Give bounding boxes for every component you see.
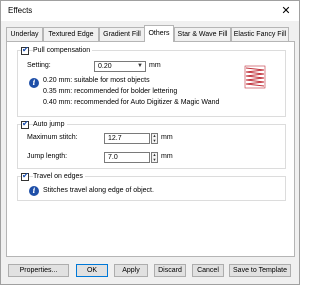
- info-line-3: 0.40 mm: recommended for Auto Digitizer …: [43, 99, 220, 106]
- checkmark-icon: ✔: [22, 171, 29, 180]
- effects-dialog: Effects ✕ Underlay Textured Edge Gradien…: [0, 0, 300, 285]
- spin-down-icon[interactable]: ▼: [152, 139, 157, 143]
- others-panel: ✔ Pull compensation Setting: 0.20 ▼ mm i…: [6, 41, 295, 257]
- info-icon: i: [29, 78, 39, 88]
- jump-length-label: Jump length:: [27, 153, 68, 160]
- info-icon: i: [29, 186, 39, 196]
- info-line-2: 0.35 mm: recommended for bolder letterin…: [43, 88, 178, 95]
- title-bar: Effects ✕: [1, 1, 299, 21]
- tab-gradient-fill[interactable]: Gradient Fill: [99, 27, 145, 41]
- apply-button[interactable]: Apply: [114, 264, 148, 277]
- setting-label: Setting:: [27, 62, 51, 69]
- tab-elastic-fancy-fill[interactable]: Elastic Fancy Fill: [231, 27, 289, 41]
- max-stitch-input[interactable]: 12.7: [104, 133, 150, 144]
- travel-on-edges-label: Travel on edges: [33, 173, 85, 180]
- window-title: Effects: [8, 6, 33, 15]
- max-stitch-unit: mm: [161, 134, 173, 141]
- jump-length-input[interactable]: 7.0: [104, 152, 150, 163]
- properties-button[interactable]: Properties...: [8, 264, 69, 277]
- pull-compensation-label: Pull compensation: [33, 47, 93, 54]
- tab-underlay[interactable]: Underlay: [6, 27, 43, 41]
- max-stitch-label: Maximum stitch:: [27, 134, 78, 141]
- tab-strip: Underlay Textured Edge Gradient Fill Oth…: [6, 25, 296, 42]
- tab-textured-edge[interactable]: Textured Edge: [43, 27, 99, 41]
- jump-length-unit: mm: [161, 153, 173, 160]
- max-stitch-spinner[interactable]: ▲ ▼: [151, 133, 158, 144]
- spin-down-icon[interactable]: ▼: [152, 158, 157, 162]
- checkmark-icon: ✔: [22, 119, 29, 128]
- tab-star-wave-fill[interactable]: Star & Wave Fill: [174, 27, 231, 41]
- auto-jump-checkbox[interactable]: ✔: [21, 119, 29, 129]
- save-to-template-button[interactable]: Save to Template: [229, 264, 291, 277]
- jump-length-spinner[interactable]: ▲ ▼: [151, 152, 158, 163]
- pull-compensation-checkbox[interactable]: ✔: [21, 45, 29, 55]
- travel-on-edges-checkbox[interactable]: ✔: [21, 171, 29, 181]
- close-icon[interactable]: ✕: [273, 1, 299, 21]
- setting-unit: mm: [149, 62, 161, 69]
- chevron-down-icon[interactable]: ▼: [136, 62, 144, 71]
- travel-info-text: Stitches travel along edge of object.: [43, 187, 154, 194]
- ok-button[interactable]: OK: [76, 264, 108, 277]
- setting-dropdown[interactable]: 0.20 ▼: [94, 61, 146, 72]
- checkmark-icon: ✔: [22, 45, 29, 54]
- discard-button[interactable]: Discard: [154, 264, 186, 277]
- auto-jump-label: Auto jump: [33, 121, 67, 128]
- pull-compensation-group: ✔ Pull compensation Setting: 0.20 ▼ mm i…: [17, 45, 286, 117]
- cancel-button[interactable]: Cancel: [192, 264, 224, 277]
- info-line-1: 0.20 mm: suitable for most objects: [43, 77, 150, 84]
- setting-value: 0.20: [98, 63, 112, 70]
- zigzag-stitch-preview-icon: [244, 65, 266, 89]
- travel-on-edges-group: ✔ Travel on edges i Stitches travel alon…: [17, 171, 286, 201]
- tab-others[interactable]: Others: [144, 25, 174, 42]
- auto-jump-group: ✔ Auto jump Maximum stitch: 12.7 ▲ ▼ mm …: [17, 119, 286, 169]
